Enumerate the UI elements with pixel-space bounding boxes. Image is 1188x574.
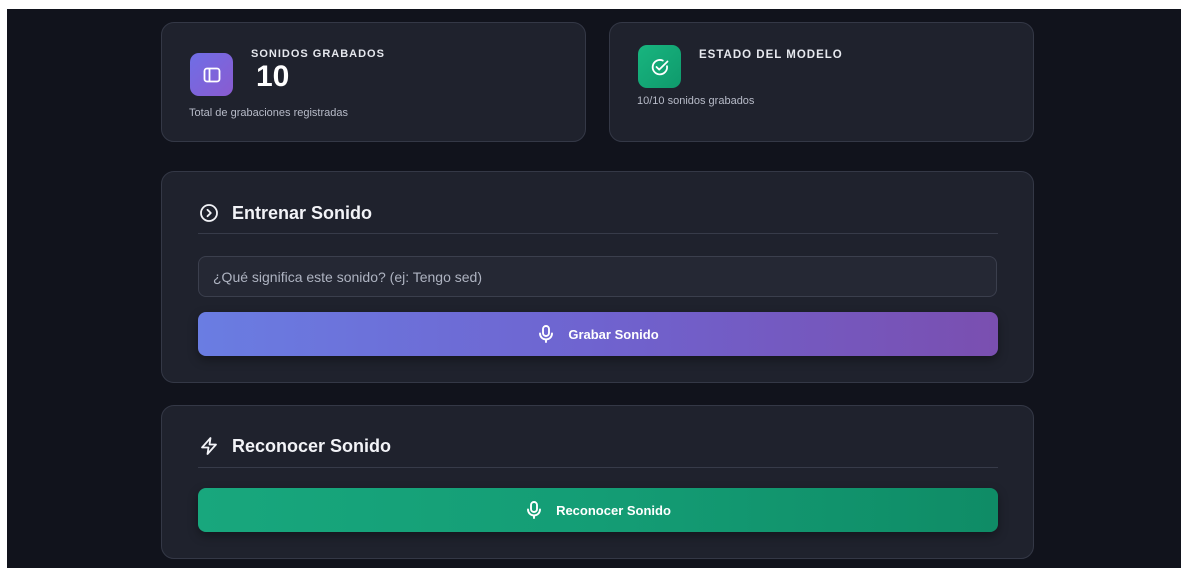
recognize-sound-button[interactable]: Reconocer Sonido [198,488,998,532]
panel-title: Reconocer Sonido [232,435,392,456]
stat-value: 10 [256,60,290,93]
record-sound-label: Grabar Sonido [568,326,659,342]
panel-header: Reconocer Sonido [198,425,998,468]
microphone-icon [525,501,543,519]
record-sound-button[interactable]: Grabar Sonido [198,312,998,356]
stat-label: SONIDOS GRABADOS [251,48,385,60]
panel-header: Entrenar Sonido [198,193,998,234]
recognize-sound-label: Reconocer Sonido [556,502,671,518]
recognize-sound-panel: Reconocer Sonido Reconocer Sonido [161,405,1034,559]
stat-label: ESTADO DEL MODELO [699,49,843,61]
train-sound-panel: Entrenar Sonido Grabar Sonido [161,171,1034,383]
sidebar-panel-icon [190,53,233,96]
sound-meaning-input[interactable] [198,256,997,297]
stat-description: 10/10 sonidos grabados [637,95,755,107]
stat-description: Total de grabaciones registradas [189,107,348,119]
lightning-icon [198,435,220,457]
panel-title: Entrenar Sonido [232,202,373,223]
microphone-icon [537,325,555,343]
stat-card-model-status: ESTADO DEL MODELO 10/10 sonidos grabados [609,22,1034,142]
app-viewport: SONIDOS GRABADOS 10 Total de grabaciones… [7,9,1181,568]
check-circle-icon [638,45,681,88]
play-circle-icon [198,202,220,224]
stat-card-recorded-sounds: SONIDOS GRABADOS 10 Total de grabaciones… [161,22,586,142]
